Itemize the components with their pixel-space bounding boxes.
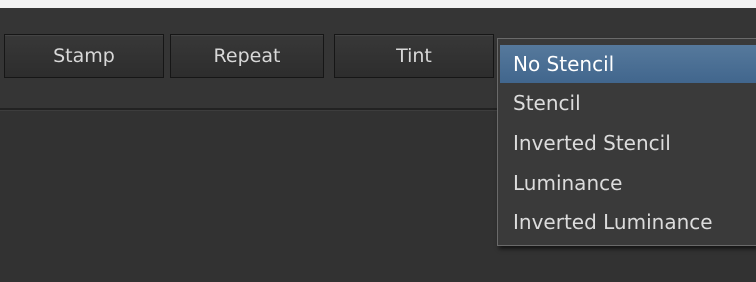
option-no-stencil[interactable]: No Stencil [500,45,756,83]
option-stencil[interactable]: Stencil [500,84,756,122]
option-label: Luminance [513,171,623,195]
option-label: Stencil [513,91,581,115]
tint-button-label: Tint [396,45,432,67]
option-label: Inverted Stencil [513,131,671,155]
toolbar-divider [0,108,500,111]
stamp-button[interactable]: Stamp [4,34,164,78]
stencil-dropdown-list[interactable]: No Stencil Stencil Inverted Stencil Lumi… [497,38,756,246]
option-label: No Stencil [513,52,615,76]
repeat-button-label: Repeat [213,45,281,67]
repeat-button[interactable]: Repeat [170,34,324,78]
option-luminance[interactable]: Luminance [500,164,756,202]
window-top-edge [0,0,756,8]
option-inverted-luminance[interactable]: Inverted Luminance [500,203,756,241]
tint-button[interactable]: Tint [334,34,494,78]
option-inverted-stencil[interactable]: Inverted Stencil [500,124,756,162]
option-label: Inverted Luminance [513,210,713,234]
stamp-button-label: Stamp [53,45,115,67]
